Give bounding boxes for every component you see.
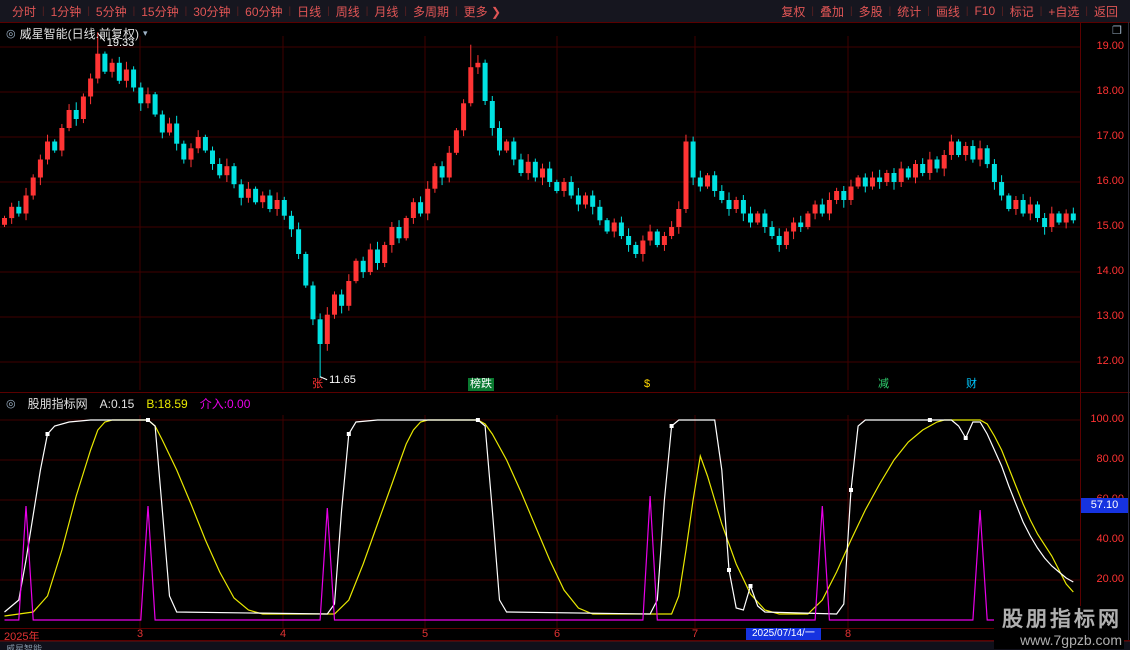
stock-dot-icon: ◎ [6, 27, 16, 40]
x-axis-label: 5 [422, 628, 428, 640]
app-window: 分时|1分钟|5分钟|15分钟|30分钟|60分钟|日线|周线|月线|多周期|更… [0, 0, 1130, 650]
indicator-value-tag: 57.10 [1081, 498, 1128, 513]
sub-axis-label: 80.00 [1096, 453, 1124, 465]
main-price-label: 12.00 [1096, 355, 1124, 367]
toolbar-period-8[interactable]: 月线 [368, 3, 404, 20]
main-price-label: 15.00 [1096, 220, 1124, 232]
sub-axis-label: 20.00 [1096, 573, 1124, 585]
svg-text:11.65: 11.65 [329, 374, 356, 386]
watermark: 股朋指标网 www.7gpzb.com [994, 606, 1124, 649]
toolbar-period-0[interactable]: 分时 [6, 3, 42, 20]
event-marker: 减 [876, 378, 891, 391]
price-axis-column: 19.00 18.00 17.00 16.00 15.00 14.00 13.00 12.00… [1082, 0, 1126, 650]
toolbar-tool-8[interactable]: 返回 [1088, 3, 1124, 20]
toolbar-tool-7[interactable]: +自选 [1042, 3, 1085, 20]
event-marker: $ [642, 378, 652, 391]
toolbar-period-3[interactable]: 15分钟 [135, 3, 184, 20]
indicator-dot-icon: ◎ [6, 397, 16, 410]
event-marker: 榜跌 [468, 378, 494, 391]
indicator-name: 股朋指标网 [28, 395, 88, 412]
sub-axis-label: 40.00 [1096, 533, 1124, 545]
toolbar-tool-5[interactable]: F10 [968, 4, 1001, 18]
date-cursor-tag: 2025/07/14/一 [746, 628, 821, 640]
toolbar-tool-1[interactable]: 叠加 [814, 3, 850, 20]
toolbar-period-6[interactable]: 日线 [291, 3, 327, 20]
toolbar-period-9[interactable]: 多周期 [407, 3, 455, 20]
toolbar-tool-6[interactable]: 标记 [1004, 3, 1040, 20]
chevron-down-icon: ▾ [143, 28, 148, 39]
toolbar-period-1[interactable]: 1分钟 [45, 3, 88, 20]
chart-canvas[interactable]: 19.3311.65 [0, 0, 1130, 650]
indicator-a-value: A:0.15 [100, 397, 135, 411]
toolbar-period-4[interactable]: 30分钟 [187, 3, 236, 20]
main-price-label: 13.00 [1096, 310, 1124, 322]
x-axis-label: 4 [280, 628, 286, 640]
event-marker: 财 [964, 378, 979, 391]
toolbar-tool-2[interactable]: 多股 [853, 3, 889, 20]
toolbar-period-5[interactable]: 60分钟 [239, 3, 288, 20]
chart-title: 威星智能(日线.前复权) [20, 25, 139, 42]
sub-axis-label: 100.00 [1090, 413, 1124, 425]
main-price-label: 18.00 [1096, 85, 1124, 97]
x-axis-label: 3 [137, 628, 143, 640]
toolbar-tools-group: 复权|叠加|多股|统计|画线|F10|标记|+自选|返回 [775, 3, 1124, 20]
toolbar: 分时|1分钟|5分钟|15分钟|30分钟|60分钟|日线|周线|月线|多周期|更… [0, 0, 1130, 22]
toolbar-tool-4[interactable]: 画线 [930, 3, 966, 20]
main-price-label: 16.00 [1096, 175, 1124, 187]
event-marker: 张 [310, 378, 325, 391]
toolbar-period-group: 分时|1分钟|5分钟|15分钟|30分钟|60分钟|日线|周线|月线|多周期|更… [6, 3, 507, 20]
toolbar-period-7[interactable]: 周线 [330, 3, 366, 20]
panel-expand-icon[interactable]: ❐ [1112, 24, 1122, 37]
toolbar-tool-0[interactable]: 复权 [775, 3, 811, 20]
watermark-line1: 股朋指标网 [1002, 608, 1122, 632]
indicator-jieru-value: 介入:0.00 [200, 395, 251, 412]
indicator-b-value: B:18.59 [146, 397, 187, 411]
chart-title-bar[interactable]: ◎ 威星智能(日线.前复权) ▾ [6, 25, 147, 42]
x-axis-label: 7 [692, 628, 698, 640]
x-axis-label: 8 [845, 628, 851, 640]
main-price-label: 14.00 [1096, 265, 1124, 277]
watermark-line2: www.7gpzb.com [1002, 632, 1122, 649]
x-axis-label: 6 [554, 628, 560, 640]
indicator-header[interactable]: ◎ 股朋指标网 A:0.15 B:18.59 介入:0.00 [6, 395, 250, 412]
status-bar-label: 威星智能 [6, 644, 42, 650]
x-axis: 2025年345678 [0, 629, 1080, 640]
status-bar: 威星智能 [0, 641, 1130, 650]
toolbar-period-10[interactable]: 更多 ❯ [458, 3, 507, 20]
main-price-label: 19.00 [1096, 40, 1124, 52]
toolbar-period-2[interactable]: 5分钟 [90, 3, 133, 20]
main-price-label: 17.00 [1096, 130, 1124, 142]
toolbar-tool-3[interactable]: 统计 [891, 3, 927, 20]
